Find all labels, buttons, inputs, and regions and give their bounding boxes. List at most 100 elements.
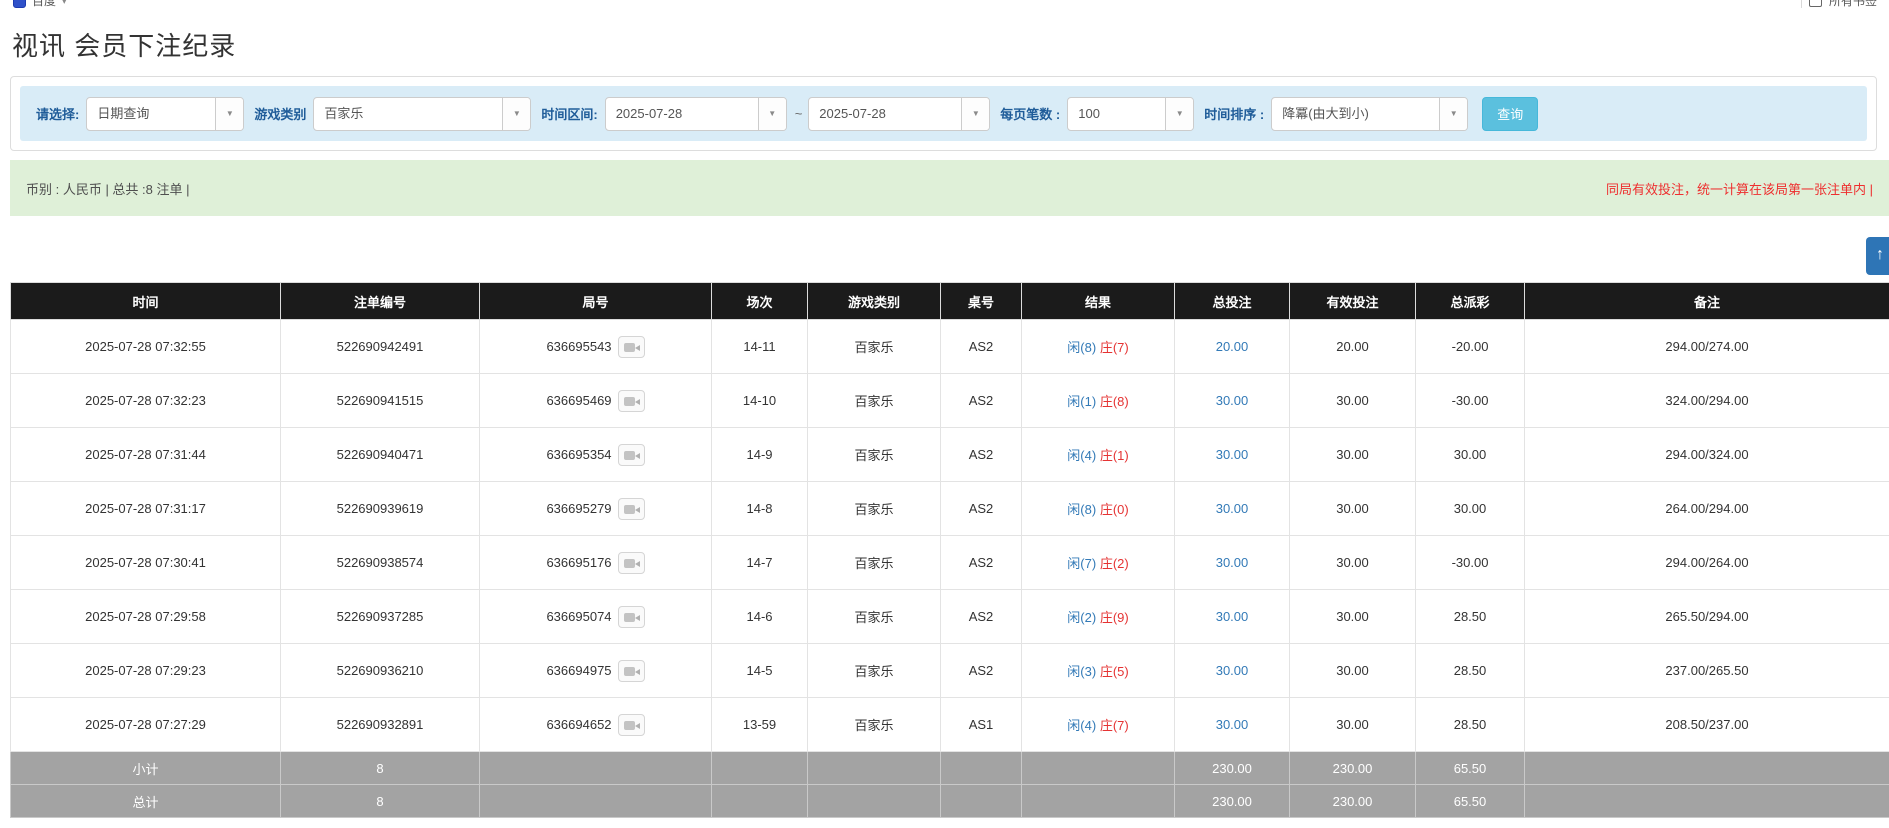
query-mode-select[interactable]: 日期查询 ▼: [86, 97, 244, 131]
chevron-down-icon: ▾: [62, 0, 67, 7]
round-id-value: 636695176: [546, 555, 611, 570]
total-bet-link[interactable]: 30.00: [1216, 609, 1249, 624]
cell-time: 2025-07-28 07:29:23: [11, 644, 281, 698]
total-payout: 65.50: [1416, 785, 1525, 818]
bookmark-label: 百度: [32, 0, 56, 8]
chevron-down-icon[interactable]: ▼: [1165, 98, 1193, 130]
cell-time: 2025-07-28 07:30:41: [11, 536, 281, 590]
subtotal-valid-bet: 230.00: [1290, 752, 1416, 785]
round-id-value: 636695279: [546, 501, 611, 516]
result-player: 闲(1): [1067, 394, 1096, 409]
cell-remark: 265.50/294.00: [1525, 590, 1889, 644]
cell-result: 闲(3) 庄(5): [1022, 644, 1175, 698]
date-from-select[interactable]: 2025-07-28 ▼: [605, 97, 787, 131]
cell-session: 13-59: [712, 698, 808, 752]
result-player: 闲(4): [1067, 718, 1096, 733]
chevron-down-icon[interactable]: ▼: [215, 98, 243, 130]
filter-panel: 请选择: 日期查询 ▼ 游戏类别 百家乐 ▼ 时间区间: 2025-07-28 …: [10, 76, 1877, 151]
cell-time: 2025-07-28 07:27:29: [11, 698, 281, 752]
result-player: 闲(8): [1067, 340, 1096, 355]
chevron-down-icon[interactable]: ▼: [758, 98, 786, 130]
sort-order-select[interactable]: 降冪(由大到小) ▼: [1271, 97, 1468, 131]
cell-session: 14-8: [712, 482, 808, 536]
date-to-select[interactable]: 2025-07-28 ▼: [808, 97, 990, 131]
result-banker: 庄(5): [1100, 664, 1129, 679]
cell-payout: -20.00: [1416, 320, 1525, 374]
cell-game-type: 百家乐: [808, 374, 941, 428]
video-replay-icon[interactable]: [618, 444, 645, 466]
cell-result: 闲(8) 庄(0): [1022, 482, 1175, 536]
video-replay-icon[interactable]: [618, 714, 645, 736]
date-from-value: 2025-07-28: [606, 98, 758, 130]
result-player: 闲(8): [1067, 502, 1096, 517]
header-session: 场次: [712, 283, 808, 320]
cell-bet-id: 522690940471: [281, 428, 480, 482]
result-banker: 庄(0): [1100, 502, 1129, 517]
total-count: 8: [281, 785, 480, 818]
header-round-id: 局号: [480, 283, 712, 320]
page-size-select[interactable]: 100 ▼: [1067, 97, 1194, 131]
total-bet-link[interactable]: 30.00: [1216, 663, 1249, 678]
total-bet-link[interactable]: 30.00: [1216, 555, 1249, 570]
all-bookmarks-button[interactable]: 所有书签: [1801, 0, 1877, 8]
total-row: 总计 8 230.00 230.00 65.50: [11, 785, 1889, 818]
cell-remark: 324.00/294.00: [1525, 374, 1889, 428]
cell-game-type: 百家乐: [808, 536, 941, 590]
cell-round-id: 636695176: [480, 536, 712, 590]
header-remark: 备注: [1525, 283, 1889, 320]
cell-remark: 294.00/324.00: [1525, 428, 1889, 482]
video-replay-icon[interactable]: [618, 336, 645, 358]
video-replay-icon[interactable]: [618, 498, 645, 520]
total-bet-link[interactable]: 30.00: [1216, 501, 1249, 516]
chevron-down-icon[interactable]: ▼: [502, 98, 530, 130]
subtotal-row: 小计 8 230.00 230.00 65.50: [11, 752, 1889, 785]
chevron-down-icon[interactable]: ▼: [961, 98, 989, 130]
cell-game-type: 百家乐: [808, 320, 941, 374]
cell-payout: 30.00: [1416, 482, 1525, 536]
round-id-value: 636695354: [546, 447, 611, 462]
video-replay-icon[interactable]: [618, 606, 645, 628]
page-title: 视讯 会员下注纪录: [12, 26, 1889, 63]
cell-round-id: 636694975: [480, 644, 712, 698]
cell-bet-id: 522690942491: [281, 320, 480, 374]
cell-session: 14-10: [712, 374, 808, 428]
folder-icon: [1809, 0, 1822, 7]
valid-bet-notice: 同局有效投注，统一计算在该局第一张注单内 |: [1606, 179, 1873, 198]
video-replay-icon[interactable]: [618, 390, 645, 412]
game-type-select[interactable]: 百家乐 ▼: [313, 97, 531, 131]
total-bet-link[interactable]: 30.00: [1216, 447, 1249, 462]
cell-game-type: 百家乐: [808, 482, 941, 536]
cell-valid-bet: 30.00: [1290, 536, 1416, 590]
total-bet-link[interactable]: 30.00: [1216, 393, 1249, 408]
cell-valid-bet: 30.00: [1290, 698, 1416, 752]
cell-valid-bet: 30.00: [1290, 590, 1416, 644]
summary-bar: 币别 : 人民币 | 总共 :8 注单 | 同局有效投注，统一计算在该局第一张注…: [10, 160, 1889, 216]
cell-result: 闲(2) 庄(9): [1022, 590, 1175, 644]
total-bet-link[interactable]: 30.00: [1216, 717, 1249, 732]
cell-valid-bet: 30.00: [1290, 374, 1416, 428]
video-replay-icon[interactable]: [618, 660, 645, 682]
scroll-top-button[interactable]: ↑: [1866, 237, 1889, 275]
table-row: 2025-07-28 07:32:55 522690942491 6366955…: [11, 320, 1889, 374]
video-replay-icon[interactable]: [618, 552, 645, 574]
header-table-code: 桌号: [941, 283, 1022, 320]
cell-result: 闲(7) 庄(2): [1022, 536, 1175, 590]
bookmark-item[interactable]: 百度 ▾: [13, 0, 67, 8]
cell-game-type: 百家乐: [808, 428, 941, 482]
chevron-down-icon[interactable]: ▼: [1439, 98, 1467, 130]
result-banker: 庄(8): [1100, 394, 1129, 409]
total-bet-link[interactable]: 20.00: [1216, 339, 1249, 354]
cell-total-bet: 30.00: [1175, 482, 1290, 536]
result-banker: 庄(7): [1100, 718, 1129, 733]
cell-remark: 294.00/264.00: [1525, 536, 1889, 590]
cell-result: 闲(1) 庄(8): [1022, 374, 1175, 428]
round-id-value: 636694975: [546, 663, 611, 678]
table-header-row: 时间 注单编号 局号 场次 游戏类别 桌号 结果 总投注 有效投注 总派彩 备注: [11, 283, 1889, 320]
cell-round-id: 636695469: [480, 374, 712, 428]
cell-time: 2025-07-28 07:29:58: [11, 590, 281, 644]
page-size-label: 每页笔数 :: [1000, 104, 1060, 123]
select-mode-label: 请选择:: [36, 104, 79, 123]
query-button[interactable]: 查询: [1482, 97, 1538, 131]
subtotal-label: 小计: [11, 752, 281, 785]
result-banker: 庄(9): [1100, 610, 1129, 625]
